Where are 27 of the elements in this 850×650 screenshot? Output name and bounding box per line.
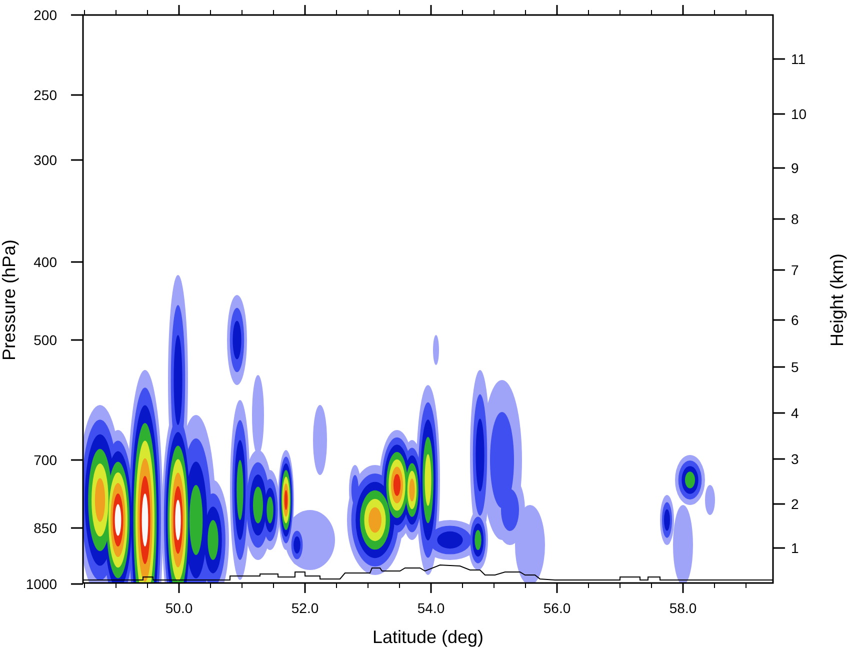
tick-label: 700: [34, 452, 57, 468]
tick-label: 10: [791, 106, 807, 122]
tick-label: 52.0: [291, 600, 319, 616]
tick-label: 200: [34, 7, 57, 23]
tick-label: 50.0: [165, 600, 193, 616]
tick-label: 2: [791, 496, 799, 512]
tick-label: 500: [34, 332, 57, 348]
tick-label: 400: [34, 254, 57, 270]
tick-label: 8: [791, 211, 799, 227]
tick-label: 1000: [26, 576, 57, 592]
tick-label: 54.0: [417, 600, 445, 616]
tick-label: 4: [791, 405, 799, 421]
tick-label: 3: [791, 451, 799, 467]
tick-label: 56.0: [543, 600, 571, 616]
tick-label: 5: [791, 359, 799, 375]
tick-label: 11: [791, 51, 806, 67]
tick-label: 250: [34, 87, 57, 103]
tick-label: 300: [34, 152, 57, 168]
tick-label: 7: [791, 262, 799, 278]
tick-label: 850: [34, 520, 57, 536]
tick-label: 9: [791, 160, 799, 176]
axis-title: Pressure (hPa): [0, 239, 19, 361]
axis-title: Latitude (deg): [372, 627, 484, 647]
tick-label: 58.0: [669, 600, 697, 616]
tick-label: 6: [791, 312, 799, 328]
axis-title: Height (km): [827, 254, 847, 346]
tick-label: 1: [791, 540, 799, 556]
